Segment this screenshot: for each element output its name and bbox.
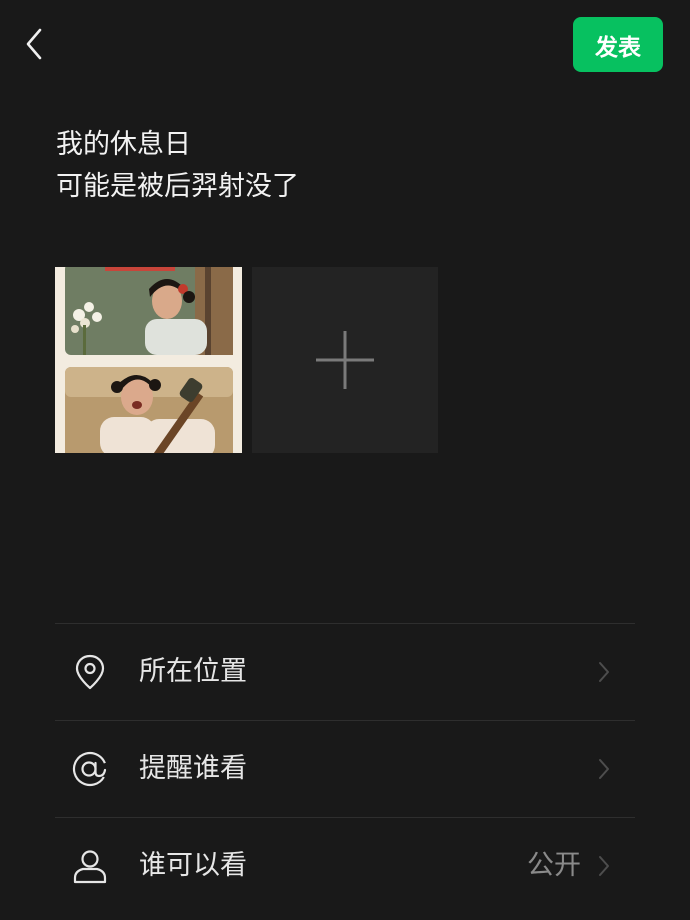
post-text-line: 可能是被后羿射没了 [56, 171, 299, 202]
chevron-right-icon [599, 662, 609, 682]
publish-button[interactable]: 发表 [573, 17, 663, 72]
add-photo-button[interactable] [252, 267, 438, 453]
person-icon [73, 850, 107, 884]
post-text-input[interactable]: 我的休息日 可能是被后羿射没了 [56, 124, 636, 208]
photo-image [55, 267, 242, 453]
mention-label: 提醒谁看 [139, 753, 247, 784]
location-row[interactable]: 所在位置 [55, 624, 635, 720]
visibility-value: 公开 [527, 850, 581, 881]
plus-icon [316, 331, 374, 389]
chevron-left-icon [26, 28, 42, 60]
post-text-line: 我的休息日 [56, 129, 191, 160]
chevron-right-icon [599, 856, 609, 876]
location-pin-icon [75, 654, 105, 690]
visibility-row[interactable]: 谁可以看 公开 [55, 818, 635, 914]
at-sign-icon [72, 751, 108, 787]
back-button[interactable] [14, 22, 54, 66]
location-label: 所在位置 [139, 656, 247, 687]
visibility-label: 谁可以看 [139, 850, 247, 881]
photo-thumbnail[interactable] [55, 267, 242, 453]
mention-row[interactable]: 提醒谁看 [55, 721, 635, 817]
chevron-right-icon [599, 759, 609, 779]
